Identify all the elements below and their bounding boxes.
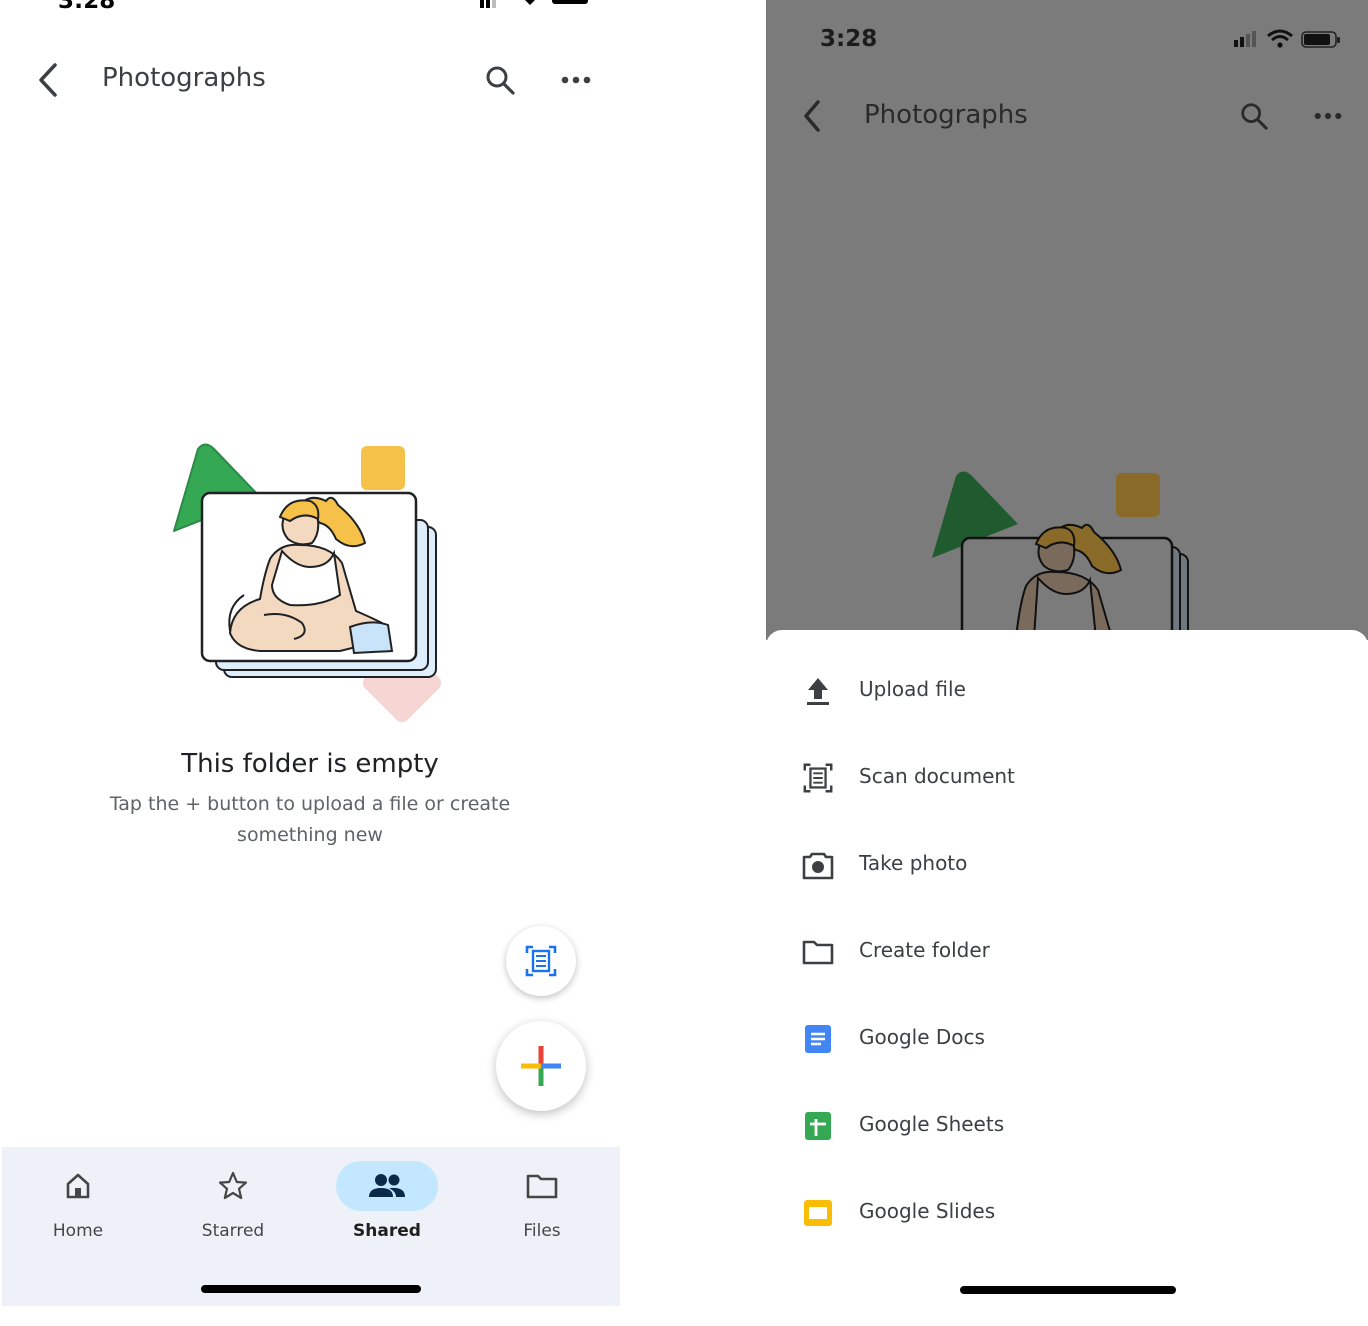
status-icons — [1232, 28, 1344, 50]
menu-item-scan-document[interactable]: Scan document — [766, 743, 1368, 813]
status-time: 3:28 — [820, 26, 878, 52]
chevron-left-icon — [39, 63, 57, 97]
nav-item-files[interactable]: Files — [477, 1161, 607, 1261]
empty-state-subtitle-line2: something new — [237, 824, 383, 846]
search-icon — [486, 66, 515, 95]
nav-pill-home — [27, 1161, 129, 1211]
menu-item-google-sheets[interactable]: Google Sheets — [766, 1091, 1368, 1161]
back-button[interactable] — [28, 58, 68, 102]
menu-item-take-photo[interactable]: Take photo — [766, 830, 1368, 900]
search-icon — [1241, 103, 1268, 130]
search-button[interactable] — [478, 58, 522, 102]
menu-label-google-sheets: Google Sheets — [859, 1112, 1005, 1136]
menu-item-google-docs[interactable]: Google Docs — [766, 1004, 1368, 1074]
home-indicator — [960, 1286, 1176, 1294]
plus-icon — [521, 1046, 561, 1086]
nav-label-shared: Shared — [353, 1221, 421, 1241]
google-slides-icon — [800, 1195, 836, 1231]
nav-pill-shared-active — [336, 1161, 438, 1211]
menu-item-google-slides[interactable]: Google Slides — [766, 1178, 1368, 1248]
search-button-dimmed — [1234, 96, 1274, 136]
nav-item-shared[interactable]: Shared — [322, 1161, 452, 1261]
scan-icon — [525, 945, 557, 977]
star-icon — [218, 1171, 248, 1200]
camera-icon — [800, 847, 836, 883]
back-button-dimmed — [794, 96, 830, 136]
chevron-left-icon — [804, 100, 820, 132]
nav-item-starred[interactable]: Starred — [168, 1161, 298, 1261]
empty-folder-illustration-dimmed — [926, 462, 1196, 640]
more-options-dimmed — [1308, 96, 1348, 136]
dimmed-background[interactable]: 3:28 Photographs — [766, 0, 1368, 640]
home-indicator — [201, 1285, 421, 1293]
page-title: Photographs — [102, 63, 266, 93]
nav-pill-files — [491, 1161, 593, 1211]
menu-label-create-folder: Create folder — [859, 938, 990, 962]
right-phone-screen: 3:28 Photographs Upload file Scan docume… — [766, 0, 1368, 1326]
home-icon — [66, 1173, 90, 1199]
empty-state-title: This folder is empty — [181, 749, 439, 779]
page-title-dimmed: Photographs — [864, 100, 1028, 130]
people-icon — [369, 1174, 405, 1197]
more-options-button[interactable] — [554, 58, 598, 102]
more-horizontal-icon — [1314, 112, 1342, 120]
nav-pill-starred — [182, 1161, 284, 1211]
menu-label-scan-document: Scan document — [859, 764, 1015, 788]
create-new-fab[interactable] — [496, 1021, 586, 1111]
menu-label-google-docs: Google Docs — [859, 1025, 985, 1049]
google-docs-icon — [800, 1021, 836, 1057]
create-bottom-sheet: Upload file Scan document Take photo Cre… — [766, 630, 1368, 1326]
empty-state-subtitle-line1: Tap the + button to upload a file or cre… — [109, 793, 511, 815]
folder-icon — [800, 934, 836, 970]
menu-label-upload-file: Upload file — [859, 677, 966, 701]
scan-document-fab[interactable] — [506, 926, 576, 996]
menu-item-create-folder[interactable]: Create folder — [766, 917, 1368, 987]
scan-icon — [800, 760, 836, 796]
left-phone-screen: 3:28 Photographs This folder is empty Ta… — [0, 0, 620, 1326]
status-time: 3:28 — [58, 0, 116, 14]
nav-item-home[interactable]: Home — [13, 1161, 143, 1261]
folder-icon — [526, 1174, 558, 1199]
nav-label-files: Files — [523, 1221, 561, 1241]
google-sheets-icon — [800, 1108, 836, 1144]
menu-label-google-slides: Google Slides — [859, 1199, 996, 1223]
upload-icon — [800, 673, 836, 709]
empty-folder-illustration — [160, 435, 460, 725]
status-icons — [480, 0, 595, 8]
menu-item-upload-file[interactable]: Upload file — [766, 656, 1368, 726]
menu-label-take-photo: Take photo — [859, 851, 968, 875]
nav-label-starred: Starred — [201, 1221, 265, 1241]
more-horizontal-icon — [561, 76, 591, 84]
nav-label-home: Home — [52, 1221, 104, 1241]
bottom-navigation: Home Starred Shared Files — [2, 1147, 620, 1306]
